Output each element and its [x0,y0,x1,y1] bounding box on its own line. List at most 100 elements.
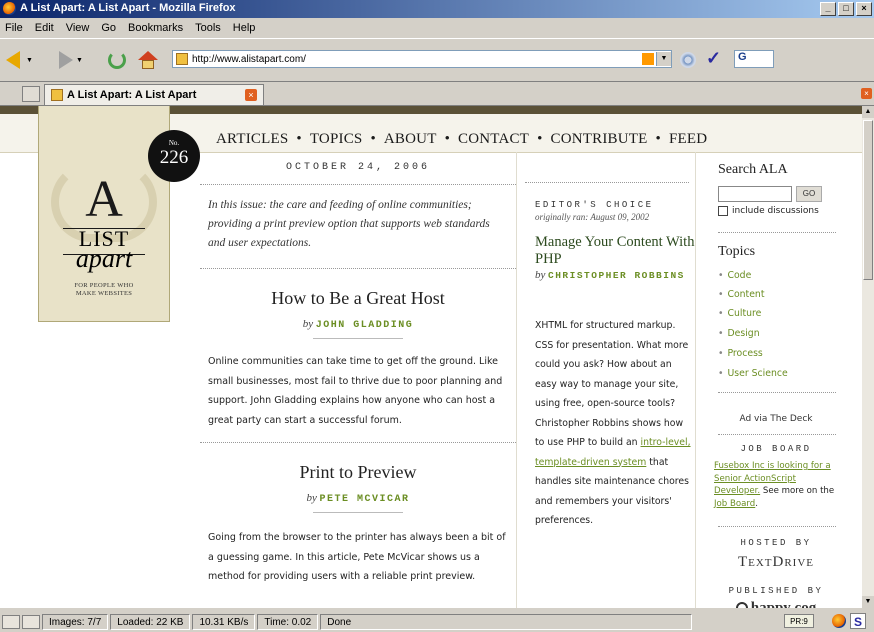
original-run-date: originally ran: August 09, 2002 [535,212,650,222]
happycog-icon [735,602,748,608]
menu-tools[interactable]: Tools [194,22,222,34]
vertical-scrollbar[interactable]: ▲ ▼ [862,106,874,608]
search-box[interactable]: G [734,50,774,68]
topic-link[interactable]: • Culture [718,308,761,319]
tab-label: A List Apart: A List Apart [67,89,197,101]
search-go-button[interactable]: GO [796,186,822,202]
hosted-by-label: HOSTED BY [740,538,812,548]
status-images: Images: 7/7 [42,614,109,630]
forward-dropdown-icon[interactable]: ▼ [76,57,83,64]
site-search-input[interactable] [718,186,792,202]
tab-close-icon[interactable]: × [245,89,257,101]
topics-title: Topics [718,244,756,259]
window-titlebar: A List Apart: A List Apart - Mozilla Fir… [0,0,874,18]
job-board-heading: JOB BOARD [740,444,812,454]
issue-intro: In this issue: the care and feeding of o… [208,199,490,249]
checkmark-icon[interactable]: ✓ [706,48,721,69]
status-screen-icon[interactable] [2,615,20,629]
tab-a-list-apart[interactable]: A List Apart: A List Apart × [44,84,264,105]
article-byline: by PETE MCVICAR [306,492,410,505]
reload-button[interactable] [108,47,126,73]
include-discussions[interactable]: include discussions [718,206,819,216]
rss-feed-icon[interactable] [642,53,654,65]
menu-go[interactable]: Go [100,22,117,34]
divider [718,526,836,528]
topic-link[interactable]: • Content [718,289,764,300]
back-arrow-icon [6,51,20,69]
job-listing: Fusebox Inc is looking for a Senior Acti… [714,461,835,509]
scroll-down-icon[interactable]: ▼ [862,596,874,608]
main-column: OCTOBER 24, 2006 In this issue: the care… [200,152,516,608]
status-time: Time: 0.02 [257,614,319,630]
article-title[interactable]: Print to Preview [200,462,516,483]
issue-date: OCTOBER 24, 2006 [285,162,430,173]
status-window-icon[interactable] [22,615,40,629]
s-extension-icon[interactable]: S [850,613,866,629]
topic-link[interactable]: • Design [718,328,760,339]
home-button[interactable] [138,47,158,73]
ad-via-deck[interactable]: Ad via The Deck [706,414,846,424]
go-icon[interactable] [680,52,696,68]
divider [718,392,836,394]
happycog-logo[interactable]: happy cog [706,600,846,608]
article-summary: Going from the browser to the printer ha… [208,532,506,582]
issue-badge: No. 226 [148,130,200,182]
divider [200,268,516,270]
menu-bar: File Edit View Go Bookmarks Tools Help [0,18,874,38]
author-link[interactable]: PETE MCVICAR [320,494,410,505]
menu-bookmarks[interactable]: Bookmarks [127,22,184,34]
menu-edit[interactable]: Edit [34,22,55,34]
divider [718,434,836,436]
close-button[interactable]: × [856,2,872,16]
nav-contribute[interactable]: CONTRIBUTE [551,131,648,147]
topic-link[interactable]: • User Science [718,368,788,379]
author-link[interactable]: JOHN GLADDING [316,320,414,331]
status-state: Done [320,614,693,630]
divider [200,184,516,186]
maximize-button[interactable]: □ [838,2,854,16]
published-by-label: PUBLISHED BY [728,586,824,596]
nav-topics[interactable]: TOPICS [310,131,363,147]
navigation-toolbar: ▼ ▼ http://www.alistapart.com/ ▼ ✓ G [0,38,874,82]
menu-file[interactable]: File [4,22,24,34]
topic-link[interactable]: • Process [718,348,763,359]
new-tab-icon[interactable] [22,86,40,102]
reload-icon [108,51,126,69]
tab-favicon-icon [51,89,63,101]
nav-feed[interactable]: FEED [669,131,707,147]
include-discussions-checkbox[interactable] [718,206,728,216]
menu-help[interactable]: Help [232,22,257,34]
short-rule [313,512,403,513]
address-bar[interactable]: http://www.alistapart.com/ ▼ [172,50,672,68]
firefox-status-icon[interactable] [832,614,846,628]
editors-choice-column: EDITOR'S CHOICE originally ran: August 0… [516,152,696,608]
pagerank-badge[interactable]: PR:9 [784,614,814,628]
topic-link[interactable]: • Code [718,270,751,281]
home-icon [138,51,158,69]
menu-view[interactable]: View [65,22,91,34]
issue-label: No. [168,139,180,147]
back-dropdown-icon[interactable]: ▼ [26,57,33,64]
sidebar: Search ALA GO include discussions Topics… [706,152,862,608]
editors-choice-heading: EDITOR'S CHOICE [535,200,654,210]
divider [200,442,516,444]
firefox-icon [3,2,16,15]
search-title: Search ALA [718,162,788,177]
editors-choice-title[interactable]: Manage Your Content With PHP [535,234,695,268]
url-dropdown-icon[interactable]: ▼ [656,52,671,66]
nav-contact[interactable]: CONTACT [458,131,529,147]
article-title[interactable]: How to Be a Great Host [200,288,516,309]
nav-articles[interactable]: ARTICLES [216,131,288,147]
nav-about[interactable]: ABOUT [384,131,437,147]
back-button[interactable]: ▼ [6,47,36,73]
forward-button[interactable]: ▼ [56,47,86,73]
url-text[interactable]: http://www.alistapart.com/ [192,54,642,65]
job-board-link[interactable]: Job Board [714,499,755,509]
scroll-up-icon[interactable]: ▲ [862,106,874,118]
author-link[interactable]: CHRISTOPHER ROBBINS [548,270,685,281]
textdrive-logo[interactable]: TextDrive [706,554,846,571]
minimize-button[interactable]: _ [820,2,836,16]
scroll-thumb[interactable] [863,120,873,280]
close-tab-icon[interactable]: × [861,88,872,99]
article-summary: Online communities can take time to get … [208,356,503,426]
